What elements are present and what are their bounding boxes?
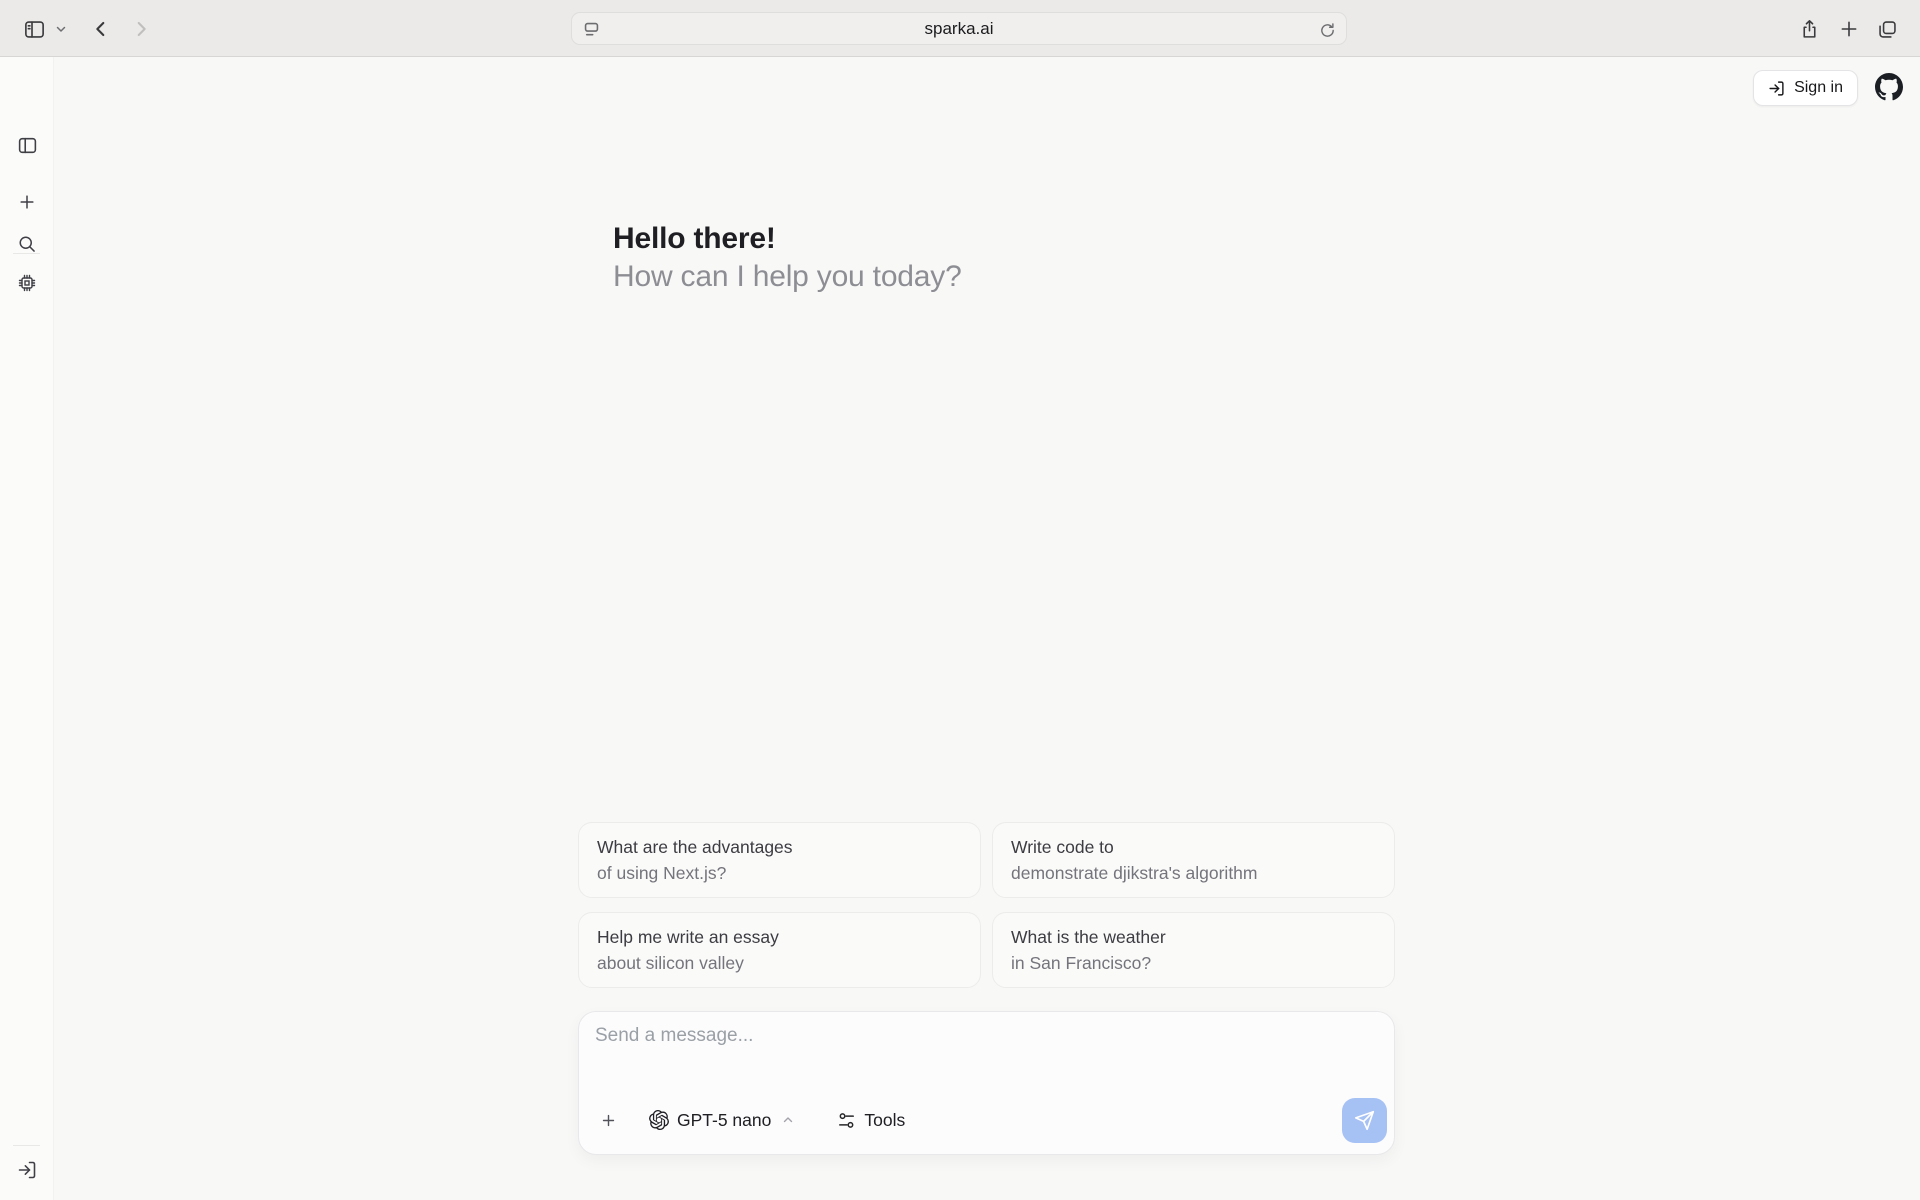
- forward-button[interactable]: [126, 14, 156, 44]
- model-selector-button[interactable]: GPT-5 nano: [645, 1104, 799, 1137]
- app-sidebar-rail: [0, 57, 54, 1200]
- tools-label: Tools: [864, 1110, 905, 1131]
- sliders-icon: [837, 1111, 856, 1130]
- rail-sign-in-button[interactable]: [11, 1154, 43, 1186]
- suggestion-title: Write code to: [1011, 836, 1376, 859]
- new-tab-icon: [1839, 19, 1859, 39]
- github-link[interactable]: [1875, 73, 1903, 101]
- sign-in-button[interactable]: Sign in: [1753, 70, 1858, 106]
- tab-group-menu-button[interactable]: [50, 14, 72, 44]
- suggestion-card[interactable]: Write code to demonstrate djikstra's alg…: [992, 822, 1395, 898]
- tab-overview-icon: [1877, 19, 1898, 40]
- suggestion-card[interactable]: What is the weather in San Francisco?: [992, 912, 1395, 988]
- tab-overview-button[interactable]: [1872, 14, 1902, 44]
- rail-divider: [13, 1145, 40, 1146]
- model-label: GPT-5 nano: [677, 1110, 771, 1131]
- send-button[interactable]: [1342, 1098, 1387, 1143]
- suggestion-subtitle: demonstrate djikstra's algorithm: [1011, 862, 1376, 885]
- browser-sidebar-toggle-button[interactable]: [19, 14, 49, 44]
- greeting-title: Hello there!: [613, 222, 962, 256]
- suggestion-card[interactable]: What are the advantages of using Next.js…: [578, 822, 981, 898]
- new-chat-button[interactable]: [11, 186, 43, 218]
- sidebar-toggle-icon: [23, 18, 46, 41]
- github-icon: [1875, 73, 1903, 101]
- login-icon: [1768, 80, 1785, 97]
- forward-icon: [130, 18, 152, 40]
- suggestion-title: What are the advantages: [597, 836, 962, 859]
- browser-window: sparka.ai: [0, 0, 1920, 1200]
- back-icon: [90, 18, 112, 40]
- send-icon: [1354, 1110, 1375, 1131]
- browser-toolbar: sparka.ai: [0, 0, 1920, 57]
- composer-toolbar: GPT-5 nano Tools: [579, 1094, 1394, 1154]
- suggestion-card[interactable]: Help me write an essay about silicon val…: [578, 912, 981, 988]
- app-sidebar-toggle-button[interactable]: [11, 129, 43, 161]
- suggestion-grid: What are the advantages of using Next.js…: [578, 822, 1396, 988]
- reload-icon: [1319, 22, 1336, 39]
- message-input[interactable]: [579, 1012, 1394, 1094]
- rail-divider: [13, 253, 40, 254]
- address-bar[interactable]: sparka.ai: [571, 12, 1347, 45]
- sign-in-label: Sign in: [1794, 79, 1843, 97]
- suggestion-subtitle: about silicon valley: [597, 952, 962, 975]
- tools-button[interactable]: Tools: [833, 1104, 909, 1137]
- login-icon: [17, 1160, 37, 1180]
- chevron-down-icon: [55, 23, 67, 35]
- page-settings-icon[interactable]: [582, 20, 601, 39]
- suggestion-title: What is the weather: [1011, 926, 1376, 949]
- models-button[interactable]: [11, 267, 43, 299]
- chip-icon: [17, 273, 37, 293]
- sidebar-toggle-icon: [17, 135, 38, 156]
- suggestion-subtitle: of using Next.js?: [597, 862, 962, 885]
- search-button[interactable]: [11, 228, 43, 260]
- url-text: sparka.ai: [925, 19, 994, 39]
- search-icon: [17, 234, 37, 254]
- greeting: Hello there! How can I help you today?: [613, 222, 962, 294]
- attach-button[interactable]: [595, 1107, 621, 1133]
- reload-button[interactable]: [1316, 19, 1338, 41]
- suggestion-subtitle: in San Francisco?: [1011, 952, 1376, 975]
- attach-plus-icon: [600, 1112, 617, 1129]
- back-button[interactable]: [86, 14, 116, 44]
- suggestion-title: Help me write an essay: [597, 926, 962, 949]
- share-icon: [1799, 18, 1820, 40]
- message-composer: GPT-5 nano Tools: [578, 1011, 1395, 1155]
- chevron-up-icon: [781, 1113, 795, 1127]
- new-chat-icon: [17, 192, 37, 212]
- new-tab-button[interactable]: [1834, 14, 1864, 44]
- openai-logo-icon: [649, 1110, 669, 1130]
- share-button[interactable]: [1794, 14, 1824, 44]
- greeting-subtitle: How can I help you today?: [613, 260, 962, 294]
